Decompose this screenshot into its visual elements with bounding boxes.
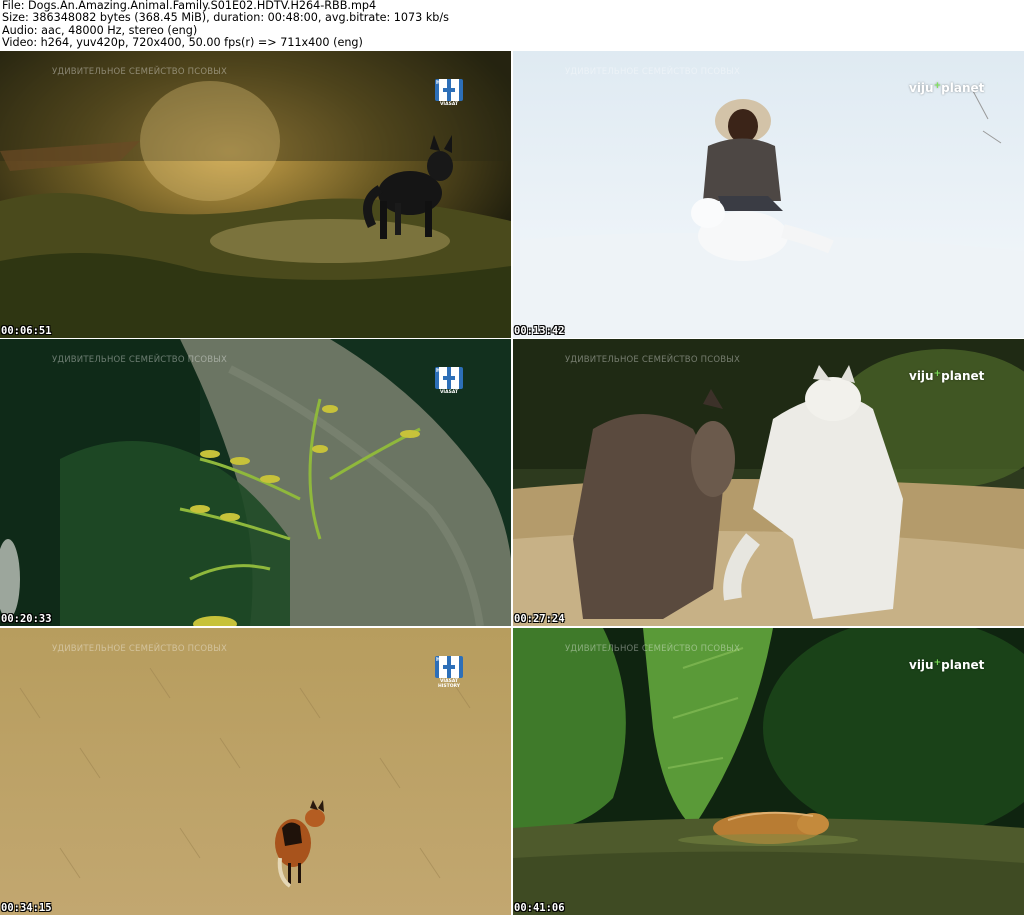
thumbnail-3: УДИВИТЕЛЬНОЕ СЕМЕЙСТВО ПСОВЫХ HD VIASAT … [0,339,511,626]
thumbnail-4: УДИВИТЕЛЬНОЕ СЕМЕЙСТВО ПСОВЫХ viju+plane… [513,339,1024,626]
video-info-line: Video: h264, yuv420p, 720x400, 50.00 fps… [2,35,363,49]
file-size-line: Size: 386348082 bytes (368.45 MiB), dura… [2,11,450,25]
timestamp: 00:27:24 [514,613,565,625]
watermark-text: УДИВИТЕЛЬНОЕ СЕМЕЙСТВО ПСОВЫХ [565,644,740,654]
viasat-history-logo: HD VIASAT HISTORY [435,656,463,692]
timestamp: 00:41:06 [514,902,565,914]
watermark-text: УДИВИТЕЛЬНОЕ СЕМЕЙСТВО ПСОВЫХ [565,67,740,77]
thumbnail-1: УДИВИТЕЛЬНОЕ СЕМЕЙСТВО ПСОВЫХ HD VIASAT … [0,51,511,338]
thumbnail-5: УДИВИТЕЛЬНОЕ СЕМЕЙСТВО ПСОВЫХ HD VIASAT H… [0,628,511,915]
watermark-text: УДИВИТЕЛЬНОЕ СЕМЕЙСТВО ПСОВЫХ [52,67,227,77]
thumbnail-grid: УДИВИТЕЛЬНОЕ СЕМЕЙСТВО ПСОВЫХ HD VIASAT … [0,51,1024,915]
watermark-text: УДИВИТЕЛЬНОЕ СЕМЕЙСТВО ПСОВЫХ [52,355,227,365]
viju-planet-logo: viju+planet [909,369,985,383]
timestamp: 00:34:15 [1,902,52,914]
watermark-text: УДИВИТЕЛЬНОЕ СЕМЕЙСТВО ПСОВЫХ [565,355,740,365]
file-info-header: File: Dogs.An.Amazing.Animal.Family.S01E… [0,0,1024,51]
viju-planet-logo: viju+planet [909,81,985,95]
viju-planet-logo: viju+planet [909,658,985,672]
timestamp: 00:06:51 [1,325,52,337]
thumbnail-6: УДИВИТЕЛЬНОЕ СЕМЕЙСТВО ПСОВЫХ viju+plane… [513,628,1024,915]
timestamp: 00:13:42 [514,325,565,337]
watermark-text: УДИВИТЕЛЬНОЕ СЕМЕЙСТВО ПСОВЫХ [52,644,227,654]
timestamp: 00:20:33 [1,613,52,625]
thumbnail-2: УДИВИТЕЛЬНОЕ СЕМЕЙСТВО ПСОВЫХ viju+plane… [513,51,1024,338]
viasat-hd-logo: HD VIASAT [435,367,463,403]
viasat-hd-logo: HD VIASAT [435,79,463,115]
